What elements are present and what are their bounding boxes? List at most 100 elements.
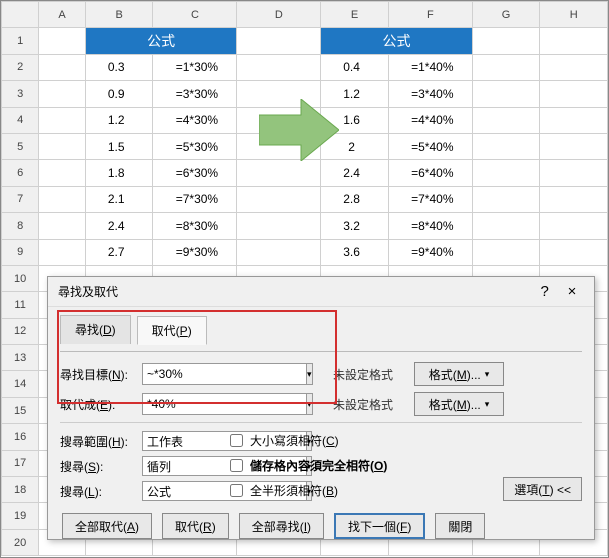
match-entire-checkbox[interactable] [230, 459, 243, 472]
replace-all-button[interactable]: 全部取代(A) [62, 513, 152, 539]
cell[interactable] [472, 160, 540, 186]
format-button[interactable]: 格式(M)... [414, 362, 504, 386]
cell[interactable] [237, 81, 321, 107]
tab-replace[interactable]: 取代(P) [137, 316, 207, 345]
cell[interactable]: =4*30% [153, 107, 237, 133]
cell[interactable]: 2 [321, 133, 389, 159]
cell[interactable] [540, 213, 608, 239]
cell[interactable] [540, 81, 608, 107]
cell[interactable]: =7*30% [153, 186, 237, 212]
cell[interactable] [472, 239, 540, 265]
dialog-titlebar[interactable]: 尋找及取代 ? × [48, 277, 594, 307]
close-icon[interactable]: × [560, 277, 584, 307]
cell[interactable]: 0.4 [321, 54, 389, 80]
row-header[interactable]: 14 [2, 371, 39, 397]
cell[interactable]: =1*30% [153, 54, 237, 80]
cell[interactable]: 2.8 [321, 186, 389, 212]
col-header[interactable]: H [540, 2, 608, 28]
cell[interactable]: 2.4 [321, 160, 389, 186]
row-header[interactable]: 11 [2, 292, 39, 318]
cell[interactable]: 0.9 [85, 81, 153, 107]
corner-cell[interactable] [2, 2, 39, 28]
cell[interactable] [237, 133, 321, 159]
cell[interactable]: =9*30% [153, 239, 237, 265]
col-header[interactable]: A [39, 2, 86, 28]
cell[interactable] [237, 107, 321, 133]
row-header[interactable]: 10 [2, 265, 39, 291]
match-case-checkbox[interactable] [230, 434, 243, 447]
cell[interactable] [237, 186, 321, 212]
cell[interactable]: =5*40% [388, 133, 472, 159]
cell[interactable]: =7*40% [388, 186, 472, 212]
format-button[interactable]: 格式(M)... [414, 392, 504, 416]
cell[interactable]: 1.2 [321, 81, 389, 107]
cell[interactable] [472, 186, 540, 212]
cell[interactable]: 1.8 [85, 160, 153, 186]
cell[interactable]: =5*30% [153, 133, 237, 159]
cell[interactable]: 1.5 [85, 133, 153, 159]
row-header[interactable]: 18 [2, 477, 39, 503]
cell[interactable]: =1*40% [388, 54, 472, 80]
row-header[interactable]: 6 [2, 160, 39, 186]
cell[interactable]: =3*40% [388, 81, 472, 107]
cell[interactable]: 2.4 [85, 213, 153, 239]
col-header[interactable]: D [237, 2, 321, 28]
cell[interactable] [472, 28, 540, 54]
cell[interactable] [39, 107, 86, 133]
row-header[interactable]: 4 [2, 107, 39, 133]
cell[interactable] [540, 160, 608, 186]
cell[interactable] [472, 213, 540, 239]
row-header[interactable]: 16 [2, 424, 39, 450]
cell[interactable]: 1.6 [321, 107, 389, 133]
row-header[interactable]: 7 [2, 186, 39, 212]
tab-find[interactable]: 尋找(D) [60, 315, 131, 344]
cell[interactable] [540, 133, 608, 159]
cell[interactable] [237, 160, 321, 186]
cell[interactable]: 公式 [321, 28, 472, 54]
cell[interactable]: 2.7 [85, 239, 153, 265]
cell[interactable] [540, 239, 608, 265]
row-header[interactable]: 13 [2, 345, 39, 371]
cell[interactable]: 1.2 [85, 107, 153, 133]
col-header[interactable]: F [388, 2, 472, 28]
chevron-down-icon[interactable]: ▾ [307, 393, 313, 415]
cell[interactable]: 公式 [85, 28, 236, 54]
cell[interactable] [39, 186, 86, 212]
row-header[interactable]: 8 [2, 213, 39, 239]
cell[interactable] [472, 54, 540, 80]
cell[interactable] [39, 54, 86, 80]
help-icon[interactable]: ? [533, 277, 557, 307]
find-next-button[interactable]: 找下一個(F) [334, 513, 425, 539]
cell[interactable]: =8*30% [153, 213, 237, 239]
match-width-checkbox[interactable] [230, 484, 243, 497]
row-header[interactable]: 9 [2, 239, 39, 265]
cell[interactable]: 2.1 [85, 186, 153, 212]
cell[interactable]: =3*30% [153, 81, 237, 107]
cell[interactable] [540, 54, 608, 80]
row-header[interactable]: 20 [2, 529, 39, 555]
find-all-button[interactable]: 全部尋找(I) [239, 513, 324, 539]
replace-button[interactable]: 取代(R) [162, 513, 229, 539]
close-button[interactable]: 關閉 [435, 513, 485, 539]
cell[interactable]: =4*40% [388, 107, 472, 133]
cell[interactable] [472, 107, 540, 133]
cell[interactable]: =6*40% [388, 160, 472, 186]
cell[interactable] [237, 54, 321, 80]
cell[interactable]: =6*30% [153, 160, 237, 186]
cell[interactable] [472, 133, 540, 159]
cell[interactable] [39, 213, 86, 239]
cell[interactable] [540, 28, 608, 54]
col-header[interactable]: C [153, 2, 237, 28]
row-header[interactable]: 17 [2, 450, 39, 476]
cell[interactable] [237, 28, 321, 54]
row-header[interactable]: 12 [2, 318, 39, 344]
row-header[interactable]: 3 [2, 81, 39, 107]
cell[interactable] [540, 186, 608, 212]
find-input[interactable] [142, 363, 307, 385]
row-header[interactable]: 15 [2, 397, 39, 423]
col-header[interactable]: E [321, 2, 389, 28]
cell[interactable]: 0.3 [85, 54, 153, 80]
row-header[interactable]: 1 [2, 28, 39, 54]
cell[interactable] [39, 239, 86, 265]
cell[interactable] [237, 239, 321, 265]
